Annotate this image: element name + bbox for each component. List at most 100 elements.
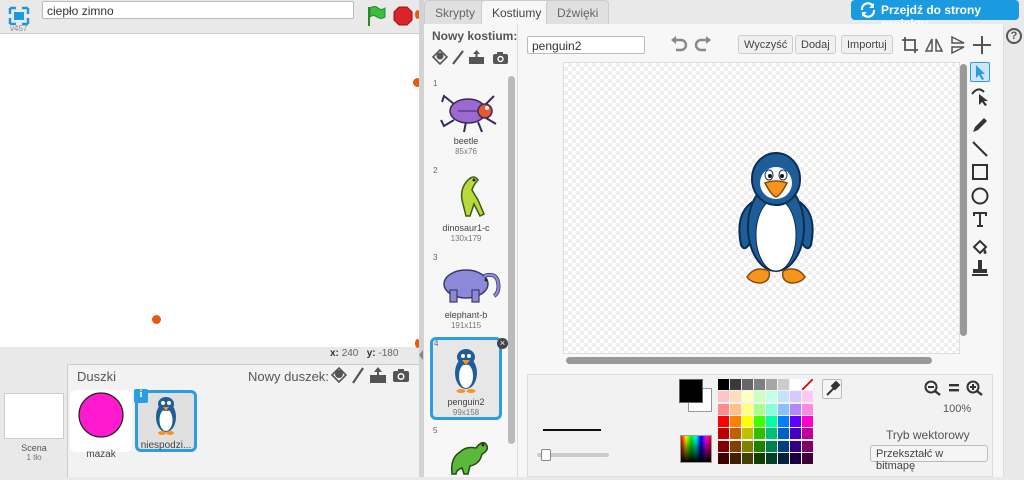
color-swatch[interactable] <box>778 415 789 427</box>
color-swatch[interactable] <box>778 440 789 452</box>
convert-to-bitmap-button[interactable]: Przekształć w bitmapę <box>870 445 988 472</box>
color-swatch[interactable] <box>766 403 777 415</box>
clear-button[interactable]: Wyczyść <box>738 35 794 54</box>
color-swatch[interactable] <box>790 379 801 390</box>
color-swatch[interactable] <box>778 379 789 390</box>
paint-brush-icon[interactable] <box>351 366 365 387</box>
costume-item-dinosaur[interactable] <box>436 170 506 225</box>
costume-name-input[interactable]: penguin2 <box>527 36 645 54</box>
zoom-out-icon[interactable] <box>924 380 942 399</box>
color-swatch[interactable] <box>778 452 789 464</box>
color-swatch[interactable] <box>802 428 813 440</box>
pencil-tool-icon[interactable] <box>970 115 990 135</box>
color-swatch[interactable] <box>730 440 741 452</box>
tab-sounds[interactable]: Dźwięki <box>546 0 610 24</box>
flip-vertical-icon[interactable] <box>948 35 968 58</box>
color-swatch[interactable] <box>730 403 741 415</box>
color-swatch[interactable] <box>802 379 813 390</box>
color-swatch[interactable] <box>730 379 741 390</box>
info-icon[interactable]: i <box>134 389 148 403</box>
color-swatch[interactable] <box>766 415 777 427</box>
undo-icon[interactable] <box>670 36 688 55</box>
color-swatch[interactable] <box>718 428 729 440</box>
color-swatch[interactable] <box>754 415 765 427</box>
sprite-tile-mazak[interactable]: mazak <box>70 390 132 460</box>
set-center-icon[interactable] <box>972 35 992 58</box>
canvas-vertical-scrollbar[interactable] <box>960 64 967 336</box>
add-button[interactable]: Dodaj <box>795 35 836 54</box>
camera-icon[interactable] <box>392 368 410 386</box>
color-swatch[interactable] <box>778 403 789 415</box>
color-swatch[interactable] <box>790 415 801 427</box>
color-swatch[interactable] <box>790 403 801 415</box>
color-swatch[interactable] <box>754 379 765 390</box>
color-swatch[interactable] <box>718 452 729 464</box>
upload-icon[interactable] <box>468 49 485 68</box>
costume-item-dinosaur2[interactable] <box>436 430 506 480</box>
color-swatch[interactable] <box>754 452 765 464</box>
color-swatch[interactable] <box>742 391 753 403</box>
color-swatch[interactable] <box>802 452 813 464</box>
color-swatch[interactable] <box>802 391 813 403</box>
color-swatch[interactable] <box>790 391 801 403</box>
color-swatch[interactable] <box>718 403 729 415</box>
drawing-canvas[interactable] <box>563 62 960 354</box>
project-title-input[interactable]: ciepło zimno <box>42 1 354 19</box>
color-swatch[interactable] <box>778 391 789 403</box>
color-swatch[interactable] <box>742 415 753 427</box>
color-swatch[interactable] <box>790 440 801 452</box>
color-swatch[interactable] <box>802 440 813 452</box>
canvas-horizontal-scrollbar[interactable] <box>566 357 932 364</box>
color-swatch[interactable] <box>766 440 777 452</box>
stop-icon[interactable] <box>393 6 413 26</box>
color-palette[interactable] <box>718 379 818 467</box>
color-swatch[interactable] <box>730 452 741 464</box>
fullscreen-icon[interactable] <box>8 6 30 26</box>
costume-item-beetle[interactable] <box>436 84 506 139</box>
tab-costumes[interactable]: Kostiumy <box>481 0 553 24</box>
reshape-tool-icon[interactable] <box>970 86 990 106</box>
color-swatch[interactable] <box>802 403 813 415</box>
stamp-tool-icon[interactable] <box>970 258 990 278</box>
zoom-reset-icon[interactable] <box>947 382 961 397</box>
flip-horizontal-icon[interactable] <box>924 35 944 58</box>
costume-library-icon[interactable] <box>431 48 449 68</box>
crop-icon[interactable] <box>901 36 919 57</box>
fill-tool-icon[interactable] <box>970 237 990 257</box>
zoom-in-icon[interactable] <box>966 380 984 399</box>
delete-costume-icon[interactable]: × <box>497 338 508 349</box>
color-swatch[interactable] <box>754 403 765 415</box>
select-tool-icon[interactable] <box>970 62 990 82</box>
color-swatch[interactable] <box>718 415 729 427</box>
color-swatch[interactable] <box>742 379 753 390</box>
color-swatch[interactable] <box>718 440 729 452</box>
green-flag-icon[interactable] <box>366 5 386 27</box>
color-swatch[interactable] <box>766 428 777 440</box>
paint-brush-icon[interactable] <box>451 49 465 68</box>
tab-scripts[interactable]: Skrypty <box>424 0 487 24</box>
color-swatch[interactable] <box>766 379 777 390</box>
color-swatch[interactable] <box>742 440 753 452</box>
color-swatch[interactable] <box>742 403 753 415</box>
stroke-width-slider[interactable] <box>537 449 609 461</box>
color-swatch[interactable] <box>778 428 789 440</box>
line-tool-icon[interactable] <box>970 139 990 159</box>
camera-icon[interactable] <box>492 51 509 68</box>
rectangle-tool-icon[interactable] <box>970 162 990 182</box>
primary-color-swatch[interactable] <box>679 379 703 403</box>
stage-canvas[interactable] <box>0 33 419 347</box>
color-swatch[interactable] <box>730 415 741 427</box>
color-gradient-picker[interactable] <box>680 435 712 463</box>
color-swatch[interactable] <box>790 428 801 440</box>
color-swatch[interactable] <box>790 452 801 464</box>
color-swatch[interactable] <box>730 428 741 440</box>
color-swatch[interactable] <box>766 452 777 464</box>
help-icon[interactable]: ? <box>1006 28 1022 44</box>
eyedropper-icon[interactable] <box>822 379 842 399</box>
go-to-project-page-button[interactable]: Przejdź do strony projektu <box>851 0 1019 31</box>
color-swatch[interactable] <box>754 428 765 440</box>
color-swatch[interactable] <box>730 391 741 403</box>
upload-icon[interactable] <box>369 366 387 387</box>
text-tool-icon[interactable] <box>970 209 990 229</box>
color-swatch[interactable] <box>742 452 753 464</box>
